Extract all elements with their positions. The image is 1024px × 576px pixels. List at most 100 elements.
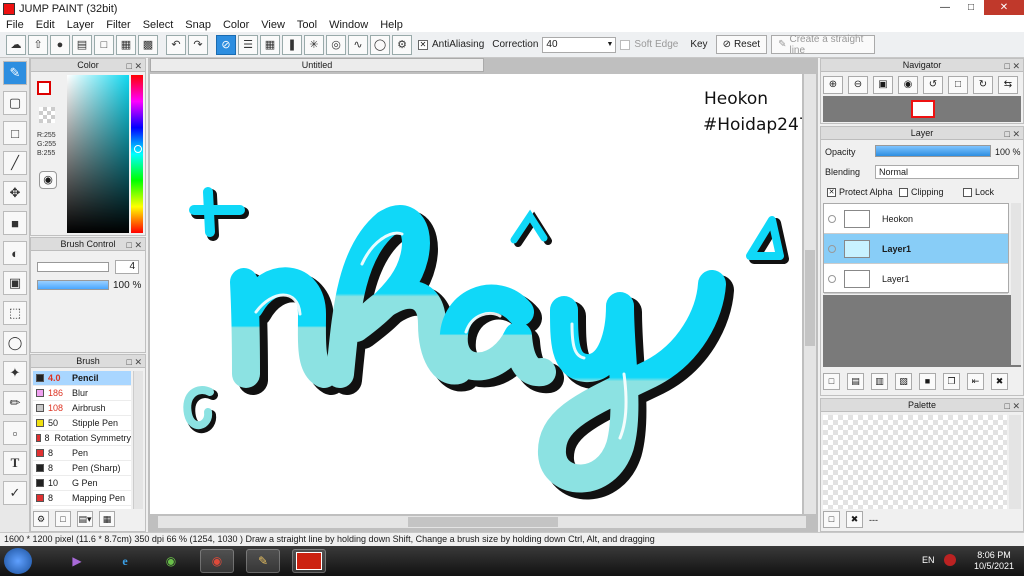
- horizontal-scroll-thumb[interactable]: [408, 517, 558, 527]
- select-eraser-tool-icon[interactable]: ▫: [3, 421, 27, 445]
- brush-export-icon[interactable]: ▦: [99, 511, 115, 527]
- layer-item[interactable]: Heokon: [824, 204, 1008, 234]
- navigator-viewport-frame[interactable]: [911, 100, 935, 118]
- navigator-preview[interactable]: [823, 96, 1021, 122]
- brush-settings-icon[interactable]: ⚙: [33, 511, 49, 527]
- palette-scrollbar[interactable]: [1009, 415, 1021, 509]
- bucket-tool-icon[interactable]: ◐: [3, 241, 27, 265]
- add-palette-color-icon[interactable]: □: [823, 511, 840, 528]
- brush-list-item[interactable]: 8 Rotation Symmetry: [33, 431, 131, 446]
- hue-slider[interactable]: [131, 75, 143, 233]
- menu-help[interactable]: Help: [380, 19, 403, 31]
- menu-edit[interactable]: Edit: [36, 19, 55, 31]
- brush-menu-icon[interactable]: ▤▾: [77, 511, 93, 527]
- brush-list-item[interactable]: 8 Pen (Sharp): [33, 461, 131, 476]
- panel-close-icon[interactable]: □ ✕: [127, 60, 142, 73]
- blending-select[interactable]: Normal: [875, 165, 1019, 179]
- brush-list-scrollbar[interactable]: [133, 371, 143, 509]
- palette-icon[interactable]: ◉: [39, 171, 57, 189]
- brush-size-input[interactable]: 4: [115, 260, 139, 274]
- transparent-color-swatch[interactable]: [39, 107, 55, 123]
- vertical-lines-icon[interactable]: ❚: [282, 34, 302, 55]
- start-button-icon[interactable]: [4, 548, 32, 574]
- visibility-icon[interactable]: [828, 214, 836, 223]
- share-icon[interactable]: ⇧: [28, 34, 48, 55]
- clipping-option[interactable]: Clipping: [899, 187, 944, 198]
- snap-off-icon[interactable]: ⊘: [216, 34, 236, 55]
- brush-opacity-slider[interactable]: [37, 280, 109, 290]
- saturation-value-picker[interactable]: [67, 75, 129, 233]
- comment-icon[interactable]: ●: [50, 34, 70, 55]
- delete-palette-color-icon[interactable]: ✖: [846, 511, 863, 528]
- menu-tool[interactable]: Tool: [297, 19, 317, 31]
- close-button[interactable]: ✕: [984, 0, 1024, 15]
- zoom-out-icon[interactable]: ⊖: [848, 76, 868, 94]
- eraser-tool-icon[interactable]: ▢: [3, 91, 27, 115]
- protect-alpha-checkbox[interactable]: ✕: [827, 188, 836, 198]
- system-clock[interactable]: 8:06 PM 10/5/2021: [974, 550, 1014, 572]
- select-rect-tool-icon[interactable]: ⬚: [3, 301, 27, 325]
- merge-layer-icon[interactable]: ⇤: [967, 373, 984, 390]
- gradient-tool-icon[interactable]: ▣: [3, 271, 27, 295]
- layer-item[interactable]: Layer1: [824, 234, 1008, 264]
- chrome-icon[interactable]: ◉: [200, 549, 234, 573]
- rotate-right-icon[interactable]: ↻: [973, 76, 993, 94]
- paint-icon[interactable]: ✎: [246, 549, 280, 573]
- panel-close-icon[interactable]: □ ✕: [1005, 60, 1020, 73]
- new-8bit-layer-icon[interactable]: ▥: [871, 373, 888, 390]
- curve-snap-icon[interactable]: ∿: [348, 34, 368, 55]
- new-layer-icon[interactable]: □: [823, 373, 840, 390]
- reset-button[interactable]: ⊘ Reset: [715, 35, 768, 54]
- text-tool-icon[interactable]: T: [3, 451, 27, 475]
- line-tool-icon[interactable]: ╱: [3, 151, 27, 175]
- cloud-icon[interactable]: ☁: [6, 34, 26, 55]
- tone-layer-icon[interactable]: ▧: [895, 373, 912, 390]
- brush-list-item[interactable]: 8 Pen: [33, 446, 131, 461]
- folder-icon[interactable]: ■: [919, 373, 936, 390]
- brush-list-item[interactable]: 50 Stipple Pen: [33, 416, 131, 431]
- ellipse-snap-icon[interactable]: ◯: [370, 34, 390, 55]
- delete-layer-icon[interactable]: ✖: [991, 373, 1008, 390]
- radial-snap-icon[interactable]: ✳: [304, 34, 324, 55]
- rotate-left-icon[interactable]: ↺: [923, 76, 943, 94]
- lock-checkbox[interactable]: [963, 188, 972, 198]
- flip-icon[interactable]: ⇆: [998, 76, 1018, 94]
- reset-view-icon[interactable]: □: [948, 76, 968, 94]
- correction-select[interactable]: 40 ▼: [542, 36, 617, 53]
- snap-settings-icon[interactable]: ⚙: [392, 34, 412, 55]
- magic-wand-tool-icon[interactable]: ✦: [3, 361, 27, 385]
- document-icon[interactable]: □: [94, 34, 114, 55]
- menu-window[interactable]: Window: [329, 19, 368, 31]
- new-layer-alt-icon[interactable]: ▤: [847, 373, 864, 390]
- brush-list-item[interactable]: 10 G Pen: [33, 476, 131, 491]
- zoom-in-icon[interactable]: ⊕: [823, 76, 843, 94]
- menu-filter[interactable]: Filter: [106, 19, 130, 31]
- language-indicator[interactable]: EN: [922, 555, 935, 565]
- visibility-icon[interactable]: [828, 274, 836, 283]
- redo-icon[interactable]: ↷: [188, 34, 208, 55]
- grid-layout-icon[interactable]: ▩: [138, 34, 158, 55]
- select-pen-tool-icon[interactable]: ✏: [3, 391, 27, 415]
- move-tool-icon[interactable]: ✥: [3, 181, 27, 205]
- concentric-circle-icon[interactable]: ◎: [326, 34, 346, 55]
- minimize-button[interactable]: —: [932, 0, 958, 15]
- duplicate-layer-icon[interactable]: ❐: [943, 373, 960, 390]
- palette-swatch-area[interactable]: [823, 415, 1007, 509]
- brush-size-slider[interactable]: [37, 262, 109, 272]
- actual-size-icon[interactable]: ◉: [898, 76, 918, 94]
- document-tab[interactable]: Untitled: [150, 58, 484, 72]
- antialiasing-checkbox[interactable]: ✕: [418, 39, 428, 50]
- panel-close-icon[interactable]: □ ✕: [1005, 128, 1020, 141]
- parallel-lines-icon[interactable]: ☰: [238, 34, 258, 55]
- brush-list-item[interactable]: 108 Airbrush: [33, 401, 131, 416]
- brush-tool-icon[interactable]: ✎: [3, 61, 27, 85]
- menu-layer[interactable]: Layer: [67, 19, 95, 31]
- tray-flag-icon[interactable]: [944, 554, 956, 566]
- menu-color[interactable]: Color: [223, 19, 249, 31]
- menu-select[interactable]: Select: [143, 19, 174, 31]
- menu-view[interactable]: View: [261, 19, 285, 31]
- foreground-color-swatch[interactable]: [37, 81, 51, 95]
- protect-alpha-option[interactable]: ✕ Protect Alpha: [827, 187, 893, 198]
- panel-close-icon[interactable]: □ ✕: [127, 356, 142, 369]
- visual-studio-icon[interactable]: ▶: [60, 549, 94, 573]
